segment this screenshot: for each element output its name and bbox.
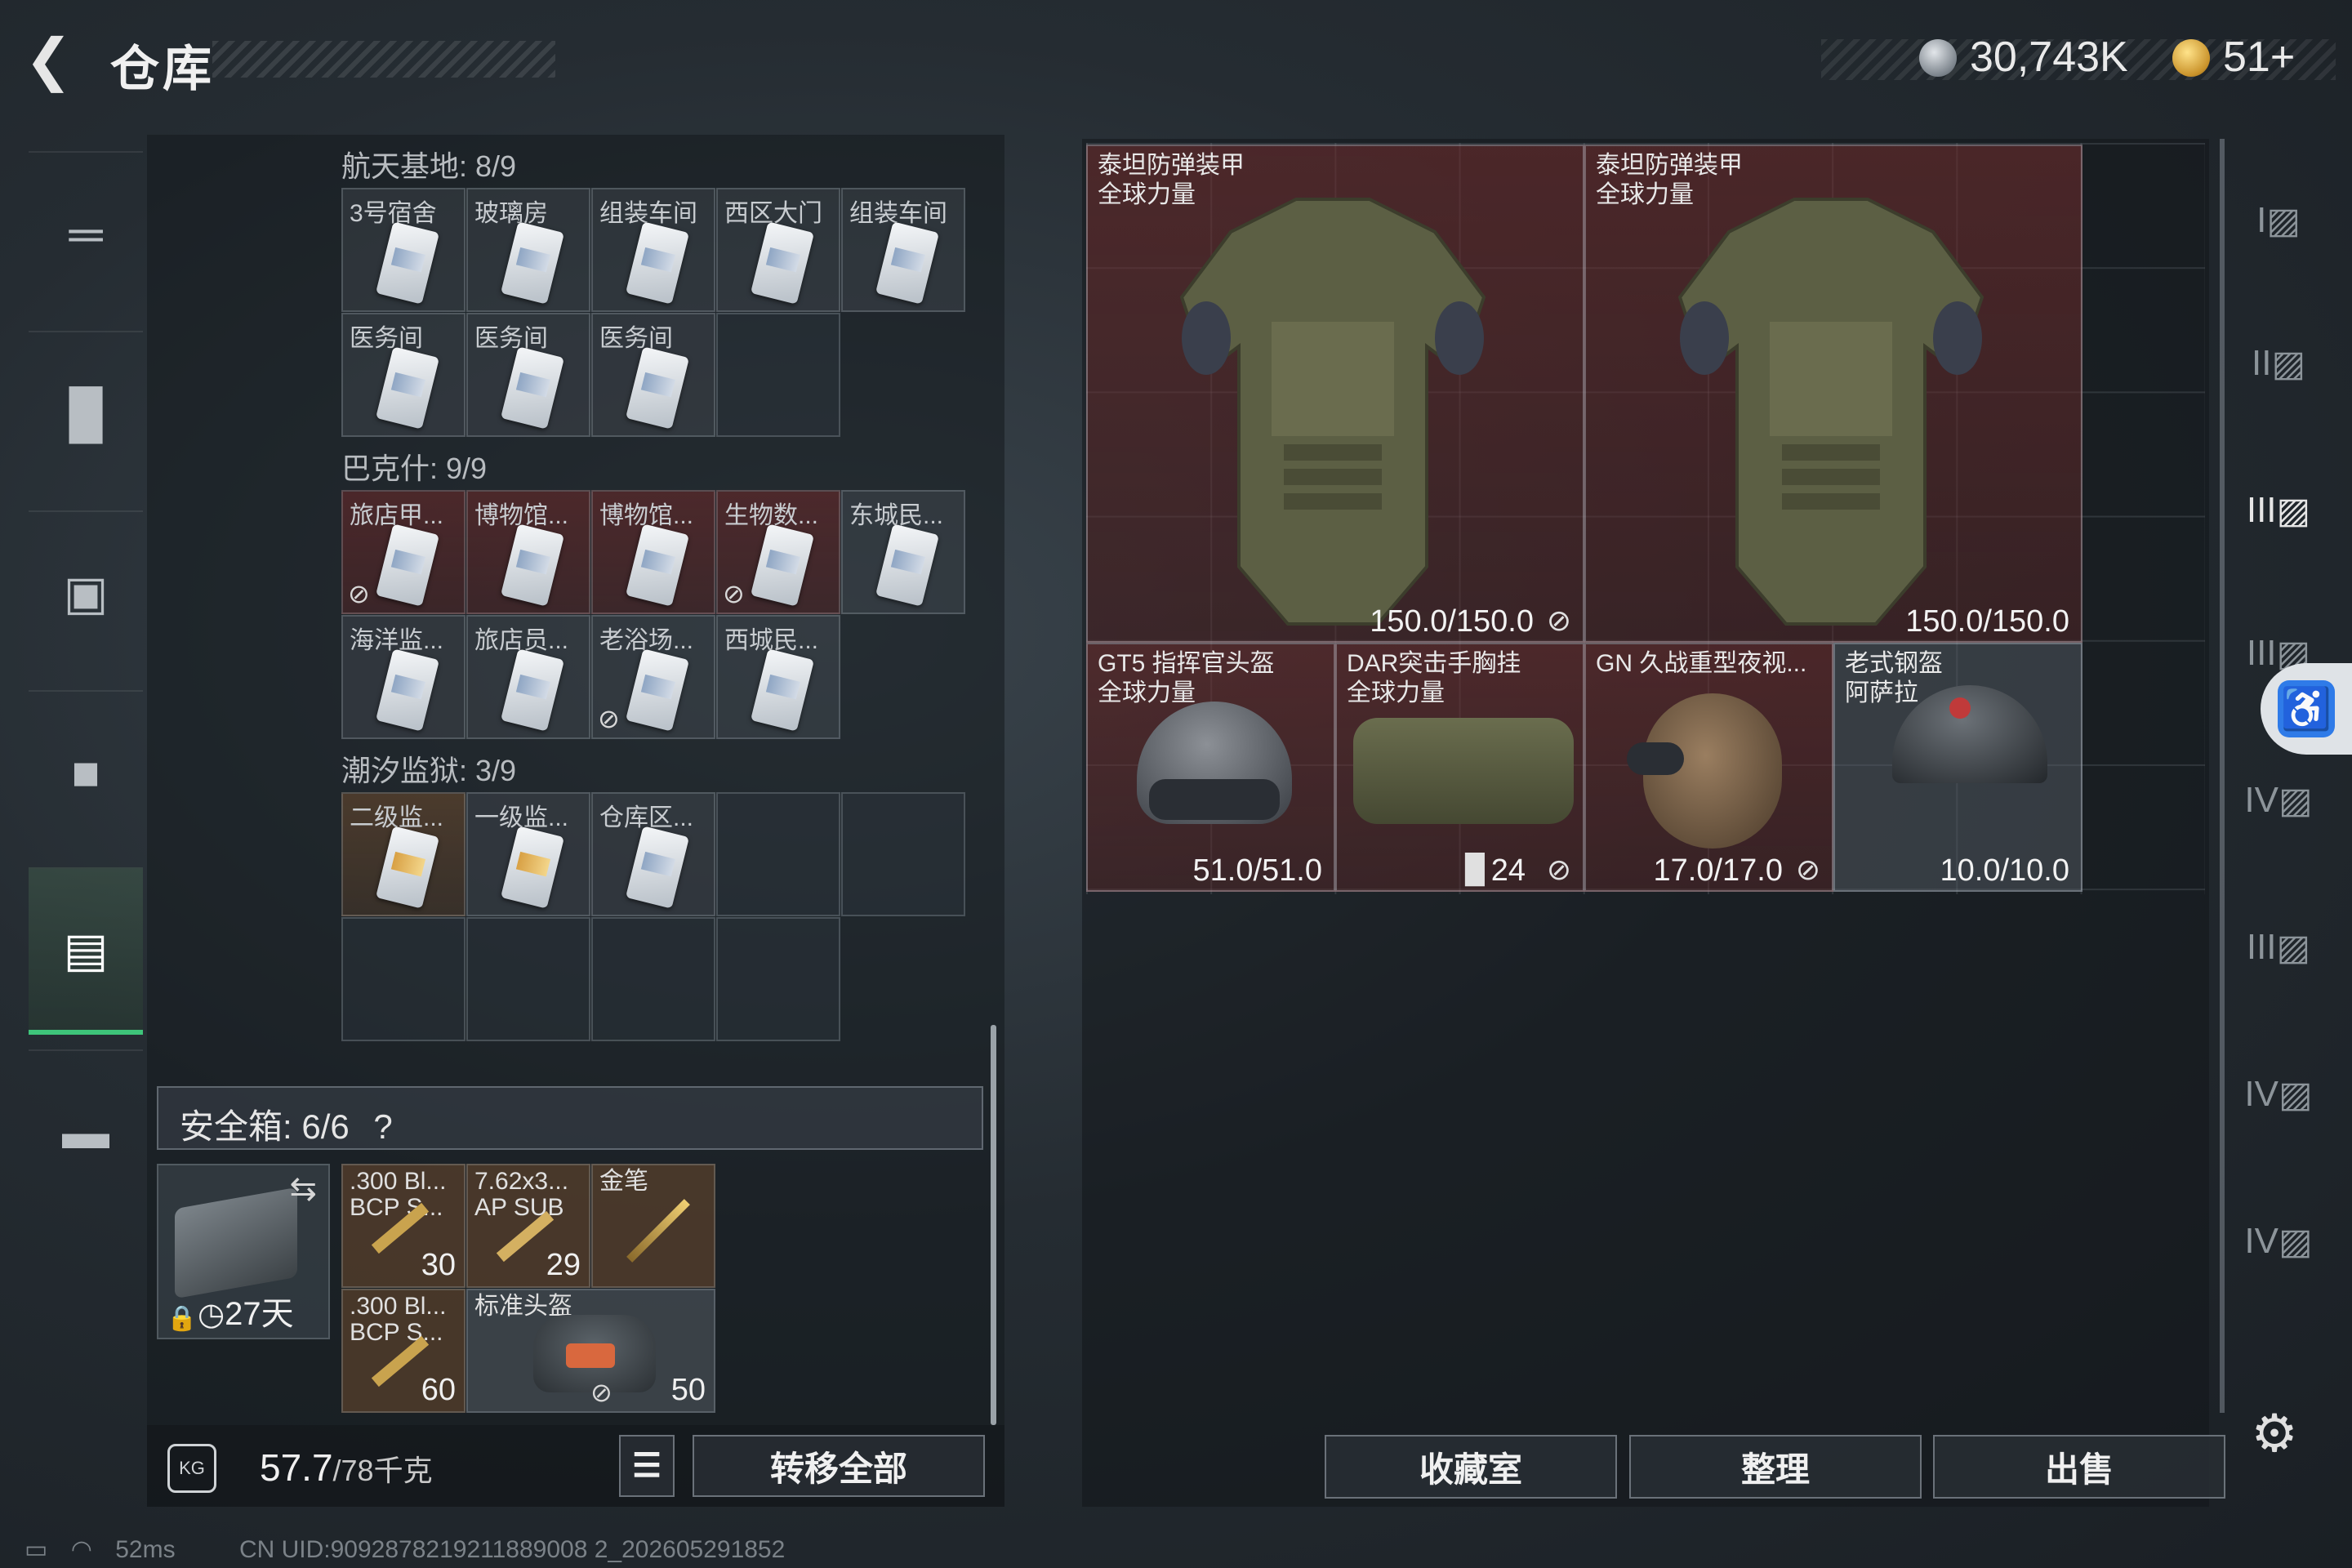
empty-slot[interactable]	[591, 917, 715, 1041]
list-item[interactable]: 医务间	[591, 313, 715, 437]
silver-currency-value: 30,743K	[1970, 33, 2128, 81]
list-view-icon[interactable]: ☰	[619, 1435, 675, 1497]
safe-case-image	[175, 1187, 297, 1299]
list-item[interactable]: 二级监...	[341, 792, 466, 916]
section-title: 潮汐监狱: 3/9	[341, 754, 517, 787]
storage-item-night-vision[interactable]: GN 久战重型夜视... 17.0/17.0 ⊘	[1584, 643, 1833, 892]
battery-icon: ▭	[24, 1536, 48, 1563]
vest-icon[interactable]: █	[29, 331, 143, 494]
gold-coin-icon	[2172, 39, 2210, 77]
armor-image	[1179, 198, 1486, 626]
accessibility-icon: ♿	[2278, 680, 2335, 737]
timer-label: ◷27天	[198, 1296, 294, 1332]
safe-item[interactable]: .300 Bl... BCP S... 30	[341, 1164, 466, 1288]
list-item[interactable]: 医务间	[466, 313, 590, 437]
lock-icon: 🔒	[167, 1305, 198, 1332]
empty-slot[interactable]	[466, 917, 590, 1041]
weight-value: 57.7/78千克	[260, 1446, 433, 1489]
list-item[interactable]: 老浴场... ⊘	[591, 615, 715, 739]
warehouse-icon[interactable]: ▤	[29, 867, 143, 1035]
safe-item[interactable]: .300 Bl... BCP S... 60	[341, 1289, 466, 1413]
list-item[interactable]: 生物数... ⊘	[716, 490, 840, 614]
clock-icon: ◷	[198, 1298, 225, 1332]
empty-slot[interactable]	[841, 792, 965, 916]
weight-icon: KG	[167, 1444, 216, 1493]
storage-item-helmet[interactable]: GT5 指挥官头盔 全球力量 51.0/51.0	[1086, 643, 1335, 892]
backpack-icon[interactable]: ▣	[29, 510, 143, 674]
list-item[interactable]: 博物馆...	[591, 490, 715, 614]
no-sell-icon: ⊘	[1546, 604, 1571, 637]
gold-currency-value: 51+	[2223, 33, 2296, 81]
empty-slot[interactable]	[341, 917, 466, 1041]
sort-button[interactable]: 整理	[1629, 1435, 1922, 1499]
scrollbar[interactable]	[991, 1025, 996, 1425]
no-sell-icon: ⊘	[723, 579, 745, 608]
pouch-icon[interactable]: ■	[29, 690, 143, 853]
silver-coin-icon	[1919, 39, 1957, 77]
list-item[interactable]: 医务间	[341, 313, 466, 437]
gear-icon[interactable]: ⚙	[2246, 1404, 2303, 1463]
storage-tab-icon[interactable]: IV ▨	[2238, 1054, 2319, 1135]
safe-item[interactable]: 7.62x3... AP SUB 29	[466, 1164, 590, 1288]
storage-tab-icon[interactable]: IV ▨	[2238, 760, 2319, 841]
storage-item-armor[interactable]: 泰坦防弹装甲 全球力量 150.0/150.0 ⊘	[1086, 145, 1584, 643]
status-bar: ▭ ◠ 52ms CN UID:9092878219211889008 2_20…	[24, 1536, 786, 1563]
list-item[interactable]: 组装车间	[591, 188, 715, 312]
list-item[interactable]: 旅店甲... ⊘	[341, 490, 466, 614]
safe-item[interactable]: 金笔	[591, 1164, 715, 1288]
sell-button[interactable]: 出售	[1933, 1435, 2225, 1499]
accessibility-button[interactable]: ♿	[2261, 663, 2352, 755]
section-title: 巴克什: 9/9	[341, 452, 488, 485]
list-item[interactable]: 组装车间	[841, 188, 965, 312]
storage-tab-icon[interactable]: IV ▨	[2238, 1200, 2319, 1282]
list-item[interactable]: 3号宿舍	[341, 188, 466, 312]
chest-rig-image	[1353, 718, 1574, 824]
help-icon[interactable]: ?	[373, 1107, 392, 1146]
list-item[interactable]: 博物馆...	[466, 490, 590, 614]
safe-item[interactable]: 标准头盔 ⊘ 50	[466, 1289, 715, 1413]
gold-pen-icon	[626, 1199, 690, 1263]
title-stripe	[212, 41, 555, 78]
collection-room-button[interactable]: 收藏室	[1325, 1435, 1617, 1499]
list-item[interactable]: 一级监...	[466, 792, 590, 916]
list-item[interactable]: 海洋监...	[341, 615, 466, 739]
no-sell-icon: ⊘	[598, 704, 620, 733]
list-item[interactable]: 玻璃房	[466, 188, 590, 312]
list-item[interactable]: 旅店员...	[466, 615, 590, 739]
storage-tab-icon[interactable]: II ▨	[2238, 323, 2319, 404]
no-sell-icon: ⊘	[348, 579, 370, 608]
storage-tab-icon-active[interactable]: III ▨	[2238, 470, 2319, 551]
safe-box-container[interactable]: ⇆ 🔒 ◷27天	[157, 1164, 330, 1339]
armor-image	[1677, 198, 1984, 626]
list-item[interactable]: 仓库区...	[591, 792, 715, 916]
wifi-icon: ◠	[70, 1536, 92, 1563]
no-sell-icon: ⊘	[590, 1378, 612, 1407]
right-rail-divider	[2220, 139, 2225, 1413]
empty-slot[interactable]	[716, 792, 840, 916]
list-item[interactable]: 西区大门	[716, 188, 840, 312]
storage-item-old-helmet[interactable]: 老式钢盔 阿萨拉 10.0/10.0	[1833, 643, 2082, 892]
gun-icon[interactable]: ═	[29, 151, 143, 314]
vest-icon: █	[1464, 853, 1485, 884]
empty-slot[interactable]	[716, 917, 840, 1041]
toolbox-icon[interactable]: ▬	[29, 1049, 143, 1213]
safe-box-label: 安全箱: 6/6 ?	[180, 1107, 393, 1146]
no-sell-icon: ⊘	[1795, 853, 1820, 886]
no-sell-icon: ⊘	[1546, 853, 1571, 886]
storage-tab-icon[interactable]: I ▨	[2238, 180, 2319, 261]
list-item[interactable]: 东城民...	[841, 490, 965, 614]
storage-item-chest-rig[interactable]: DAR突击手胸挂 全球力量 █ 24 ⊘	[1335, 643, 1584, 892]
page-title: 仓库	[110, 42, 215, 96]
transfer-all-button[interactable]: 转移全部	[693, 1435, 985, 1497]
storage-tab-icon[interactable]: III ▨	[2238, 906, 2319, 988]
empty-slot[interactable]	[716, 313, 840, 437]
list-item[interactable]: 西城民...	[716, 615, 840, 739]
back-arrow-icon[interactable]: ❮	[24, 31, 82, 88]
storage-item-armor[interactable]: 泰坦防弹装甲 全球力量 150.0/150.0	[1584, 145, 2082, 643]
swap-icon[interactable]: ⇆	[289, 1170, 317, 1208]
section-title: 航天基地: 8/9	[341, 149, 517, 183]
